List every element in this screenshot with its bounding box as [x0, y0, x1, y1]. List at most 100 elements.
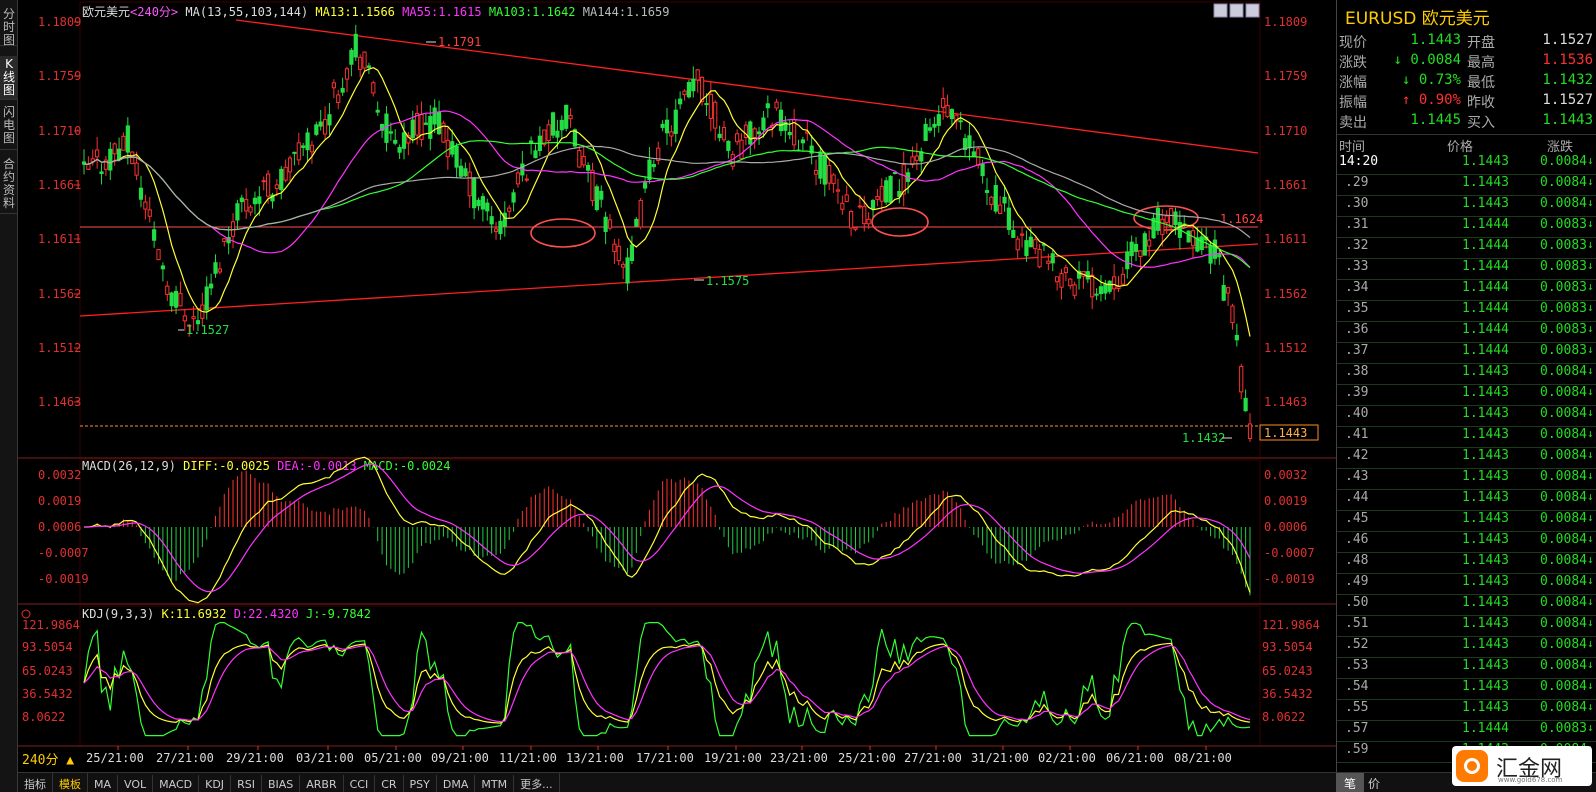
quote-label: 现价 [1339, 35, 1367, 51]
candle-body [1094, 293, 1099, 296]
tick-price: 1.1444 [1462, 217, 1509, 232]
candle-body [292, 151, 297, 154]
kdj-tick-left: 93.5054 [22, 640, 73, 654]
candle-body [546, 124, 551, 142]
candle-body [941, 97, 946, 108]
tick-change: 0.0084 [1540, 385, 1587, 400]
tick-change: 0.0084 [1540, 700, 1587, 715]
candle-body [752, 128, 757, 139]
tick-change: 0.0084 [1540, 448, 1587, 463]
date-label-13: 31/21:00 [971, 751, 1029, 765]
tab-price[interactable]: 价 [1368, 775, 1380, 792]
candle-body [1160, 218, 1165, 235]
sidebar-tab-2[interactable]: 闪电图 [0, 104, 18, 150]
candle-body [401, 132, 407, 149]
candle-body [822, 155, 827, 185]
tick-time: .30 [1345, 196, 1369, 211]
candle-body [704, 103, 709, 106]
quote-title: EURUSD 欧元美元 [1345, 9, 1490, 29]
candle-body [463, 168, 468, 177]
indicator-tabbar: 指标 模板 MA VOL MACD KDJ RSI BIAS ARBR CCI CR PSY DMA MT… [18, 772, 1336, 792]
tab-ticks[interactable]: 笔 [1336, 773, 1364, 792]
macd-tick-right: 0.0032 [1264, 468, 1307, 482]
indicator-tab-7[interactable]: BIAS [262, 775, 301, 792]
candle-body [327, 114, 332, 126]
candle-body [279, 168, 284, 191]
candle-body [213, 262, 218, 274]
candle-body [502, 212, 507, 227]
tick-row: .34 1.1444 0.0083 ↓ [1337, 280, 1596, 301]
tick-price: 1.1443 [1462, 448, 1509, 463]
tick-price: 1.1443 [1462, 553, 1509, 568]
down-arrow-icon: ↓ [1587, 217, 1594, 230]
tick-change: 0.0083 [1540, 343, 1587, 358]
candle-body [989, 196, 994, 205]
chart-header: 欧元美元<240分> MA(13,55,103,144) MA13:1.1566… [82, 5, 669, 19]
tick-change: 0.0084 [1540, 658, 1587, 673]
quote-value: 1.1443 [1410, 32, 1461, 48]
tick-price: 1.1443 [1462, 469, 1509, 484]
candle-body [204, 286, 209, 311]
down-arrow-icon: ↓ [1587, 385, 1594, 398]
macd-header: MACD(26,12,9) DIFF:-0.0025 DEA:-0.0013 M… [82, 459, 450, 473]
candle-body [283, 166, 288, 181]
vertical-tabs: 分时图 K线图闪电图合约资料 [0, 0, 18, 792]
tick-price: 1.1444 [1462, 721, 1509, 736]
indicator-tab-8[interactable]: ARBR [300, 775, 344, 792]
indicator-tab-2[interactable]: MA [88, 775, 119, 792]
sidebar-tab-3[interactable]: 合约资料 [0, 156, 18, 214]
quote-value: 1.1536 [1542, 52, 1593, 68]
indicator-tab-5[interactable]: KDJ [199, 775, 232, 792]
candle-body [134, 162, 139, 176]
quote-label: 昨收 [1467, 95, 1495, 111]
candle-body [524, 178, 529, 181]
indicator-tab-9[interactable]: CCI [344, 775, 376, 792]
date-label-11: 25/21:00 [838, 751, 896, 765]
tick-change: 0.0083 [1540, 238, 1587, 253]
tick-time: .45 [1345, 511, 1369, 526]
quote-label: 最低 [1467, 75, 1495, 91]
indicator-tab-14[interactable]: 更多... [514, 773, 560, 792]
indicator-tab-4[interactable]: MACD [153, 775, 200, 792]
tick-row: .57 1.1444 0.0083 ↓ [1337, 721, 1596, 742]
indicator-tab-6[interactable]: RSI [231, 775, 262, 792]
candle-body [998, 204, 1003, 215]
candle-body [756, 131, 762, 135]
candle-body [1225, 287, 1231, 294]
candle-body [397, 147, 402, 153]
quote-row: 现价 1.1443 开盘 1.1527 [1337, 32, 1596, 52]
indicator-tab-1[interactable]: 模板 [53, 773, 88, 792]
candle-body [209, 283, 214, 289]
sidebar-tab-0[interactable]: 分时图 [0, 6, 18, 47]
candle-body [1142, 233, 1147, 256]
date-label-6: 11/21:00 [499, 751, 557, 765]
candle-body [568, 115, 573, 120]
macd-tick-left: -0.0007 [38, 546, 89, 560]
tick-time: .41 [1345, 427, 1369, 442]
down-arrow-icon: ↓ [1587, 406, 1594, 419]
period-button[interactable]: 240分 ▲ [22, 753, 74, 768]
indicator-tab-0[interactable]: 指标 [18, 773, 53, 792]
indicator-tab-13[interactable]: MTM [475, 775, 515, 792]
date-label-8: 17/21:00 [636, 751, 694, 765]
quote-label: 卖出 [1339, 115, 1367, 131]
tick-row: .35 1.1444 0.0083 ↓ [1337, 301, 1596, 322]
tick-change: 0.0084 [1540, 574, 1587, 589]
down-arrow-icon: ↓ [1587, 238, 1594, 251]
candle-body [1046, 260, 1051, 264]
indicator-tab-12[interactable]: DMA [437, 775, 476, 792]
indicator-tab-11[interactable]: PSY [404, 775, 437, 792]
window-button-icon-0 [1213, 3, 1228, 18]
tick-time: .37 [1345, 343, 1369, 358]
candle-body [713, 101, 718, 129]
tick-change: 0.0083 [1540, 721, 1587, 736]
candle-body [1168, 208, 1174, 227]
kline-chart[interactable]: 1.1809 1.18091.1759 1.17591.1710 1.17101.16… [18, 0, 1336, 772]
tick-price: 1.1443 [1462, 679, 1509, 694]
indicator-tab-3[interactable]: VOL [118, 775, 154, 792]
indicator-tab-10[interactable]: CR [375, 775, 404, 792]
candle-body [835, 189, 841, 192]
candle-body [914, 155, 919, 161]
sidebar-tab-1[interactable]: K线图 [0, 56, 18, 100]
candle-body [603, 216, 608, 232]
